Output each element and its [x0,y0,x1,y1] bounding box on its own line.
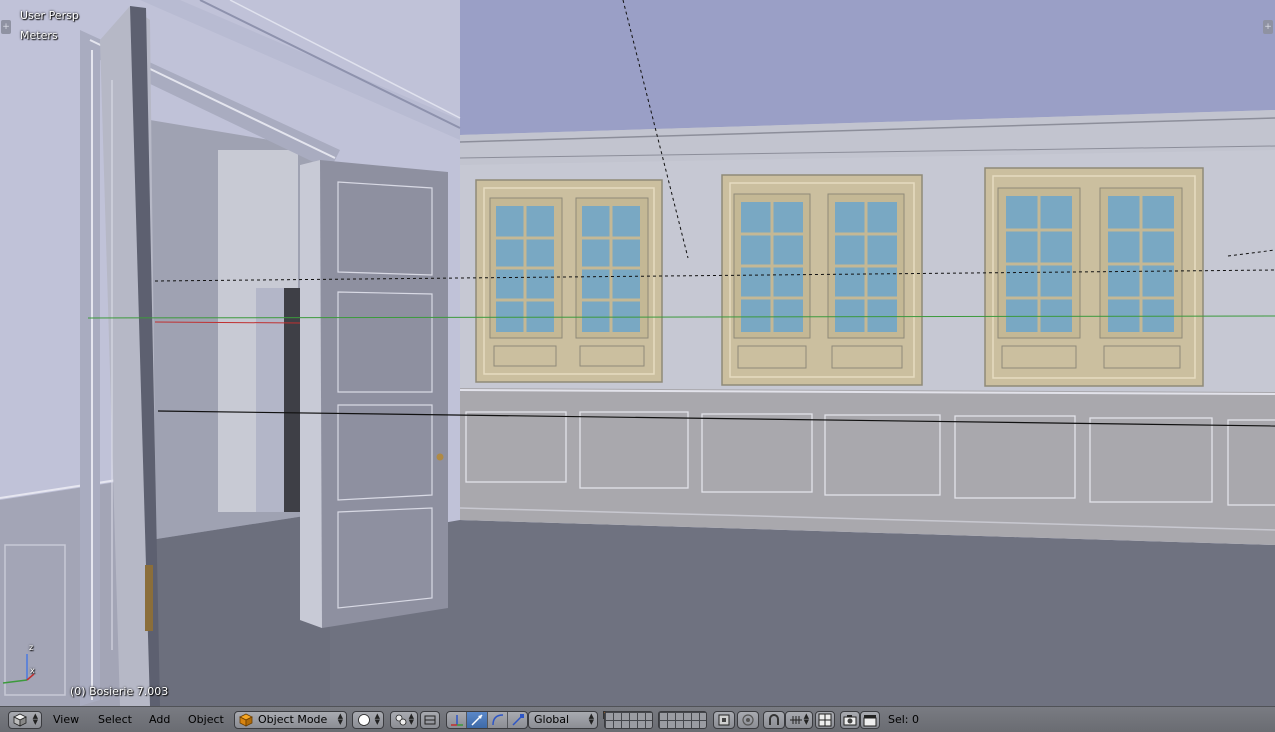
object-mode-icon [239,713,253,727]
dropdown-arrows-icon: ▲ ▼ [374,712,380,726]
snap-increment-icon [790,716,802,724]
translate-manipulator[interactable] [467,712,488,728]
dropdown-arrows-icon: ▲ ▼ [337,712,343,726]
proportional-edit-icon [742,714,754,726]
object-info-label: (0) Bosierie 7.003 [70,685,169,698]
view-name-label: User Persp [20,9,79,22]
doorway-light [256,288,284,512]
snap-target-select[interactable] [815,711,835,729]
scale-icon [512,714,524,726]
inner-door-edge [300,160,322,628]
window-3 [984,167,1204,387]
rotate-manipulator[interactable] [488,712,508,728]
mode-label: Object Mode [258,713,328,726]
camera-icon [843,715,857,726]
snap-grid-icon [818,713,832,727]
window-1 [475,179,663,383]
rotate-arc-icon [491,714,503,726]
selection-status: Sel: 0 [888,713,920,726]
solid-sphere-icon [358,714,370,726]
menu-view[interactable]: View [53,713,79,727]
snap-toggle[interactable] [763,711,785,729]
manipulator-axes-icon [451,715,463,726]
toolshelf-toggle-icon[interactable]: + [1,20,11,34]
align-icon [424,715,436,725]
inner-door [300,160,448,628]
dropdown-arrows-icon: ▲ ▼ [803,712,809,726]
viewport-shading-select[interactable]: ▲ ▼ [352,711,384,729]
3d-view-cube-icon [13,713,27,727]
manipulator-toggle[interactable] [447,712,468,728]
lock-layers-toggle[interactable] [713,711,735,729]
gizmo-x-label: x [30,666,35,675]
editor-type-button[interactable]: ▲ ▼ [8,711,42,729]
snap-element-select[interactable]: ▲ ▼ [785,711,813,729]
dark-doorway [282,288,300,512]
layers-grid-2[interactable] [658,711,707,729]
properties-toggle-icon[interactable]: + [1263,20,1273,34]
pivot-point-select[interactable]: ▲ ▼ [390,711,418,729]
layers-grid-1[interactable] [604,711,653,729]
gizmo-z-label: z [29,643,34,652]
manipulator-group [446,711,528,729]
pivot-align-toggle[interactable] [420,711,440,729]
left-door-hinge [145,565,153,631]
magnet-icon [769,714,779,725]
transform-orientation-select[interactable]: Global ▲ ▼ [528,711,598,729]
mode-select[interactable]: Object Mode ▲ ▼ [234,711,347,729]
menu-select[interactable]: Select [98,713,132,727]
3d-viewport[interactable]: User Persp Meters (0) Bosierie 7.003 z x… [0,0,1275,706]
dropdown-arrows-icon: ▲ ▼ [588,712,594,726]
door-knob [436,453,444,461]
lock-layers-icon [718,714,730,726]
scale-manipulator[interactable] [508,712,527,728]
3d-view-header: ▲ ▼ View Select Add Object Object Mode ▲ ▼… [0,706,1275,732]
menu-add[interactable]: Add [149,713,170,727]
render-animation-button[interactable] [860,711,880,729]
window-2 [721,174,923,386]
proportional-editing-toggle[interactable] [737,711,759,729]
clapperboard-icon [863,715,877,727]
menu-object[interactable]: Object [188,713,224,727]
scene-render[interactable] [0,0,1275,706]
render-opengl-button[interactable] [840,711,860,729]
pivot-point-icon [395,714,407,726]
units-label: Meters [20,29,58,42]
translate-arrow-icon [471,714,483,726]
dropdown-arrows-icon: ▲ ▼ [408,712,414,726]
dropdown-arrows-icon: ▲ ▼ [32,712,38,726]
orientation-label: Global [534,713,570,726]
